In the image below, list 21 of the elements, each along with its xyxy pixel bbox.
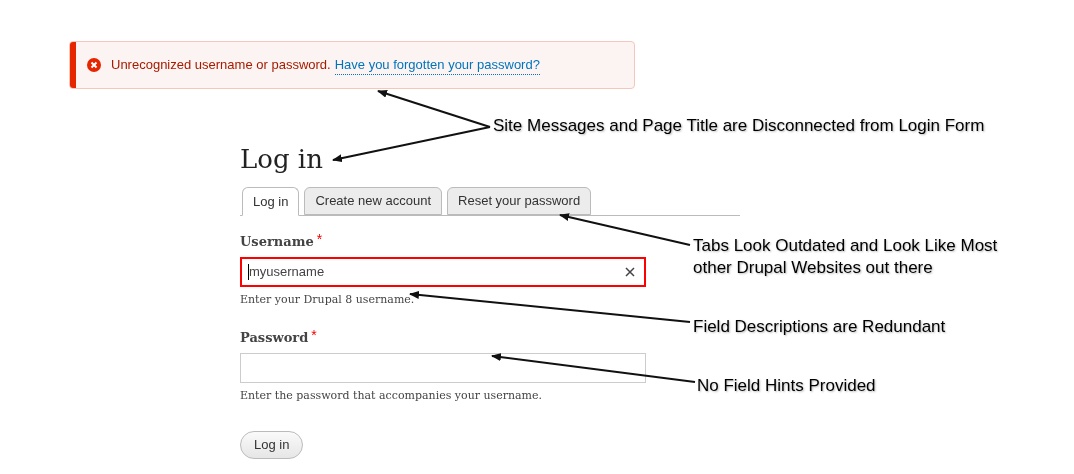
required-asterisk: * (311, 328, 317, 342)
annotation-text: Site Messages and Page Title are Disconnected from Login Form (493, 115, 985, 137)
forgot-password-link[interactable]: Have you forgotten your password? (334, 54, 540, 76)
tab[interactable]: Create new account (304, 187, 443, 215)
field-description: Enter your Drupal 8 username. (240, 291, 415, 308)
field-label: Password (240, 329, 309, 347)
field-label: Username (240, 233, 314, 251)
page-title: Log in (240, 143, 323, 175)
tab[interactable]: Log in (242, 187, 300, 216)
field-description: Enter the password that accompanies your username. (240, 387, 543, 404)
annotation-text: Tabs Look Outdated and Look Like Most other Drupal Websites out there (693, 235, 998, 279)
text-field[interactable]: myusername (240, 256, 646, 287)
clear-icon[interactable] (625, 266, 635, 277)
error-text: Unrecognized username or password. (111, 56, 331, 75)
annotation-text: Field Descriptions are Redundant (693, 316, 946, 338)
text-field[interactable] (240, 352, 646, 383)
login-button[interactable]: Log in (240, 431, 304, 459)
tab[interactable]: Reset your password (447, 187, 592, 215)
error-icon (87, 58, 101, 72)
annotation-text: No Field Hints Provided (697, 375, 876, 397)
required-asterisk: * (316, 232, 323, 246)
